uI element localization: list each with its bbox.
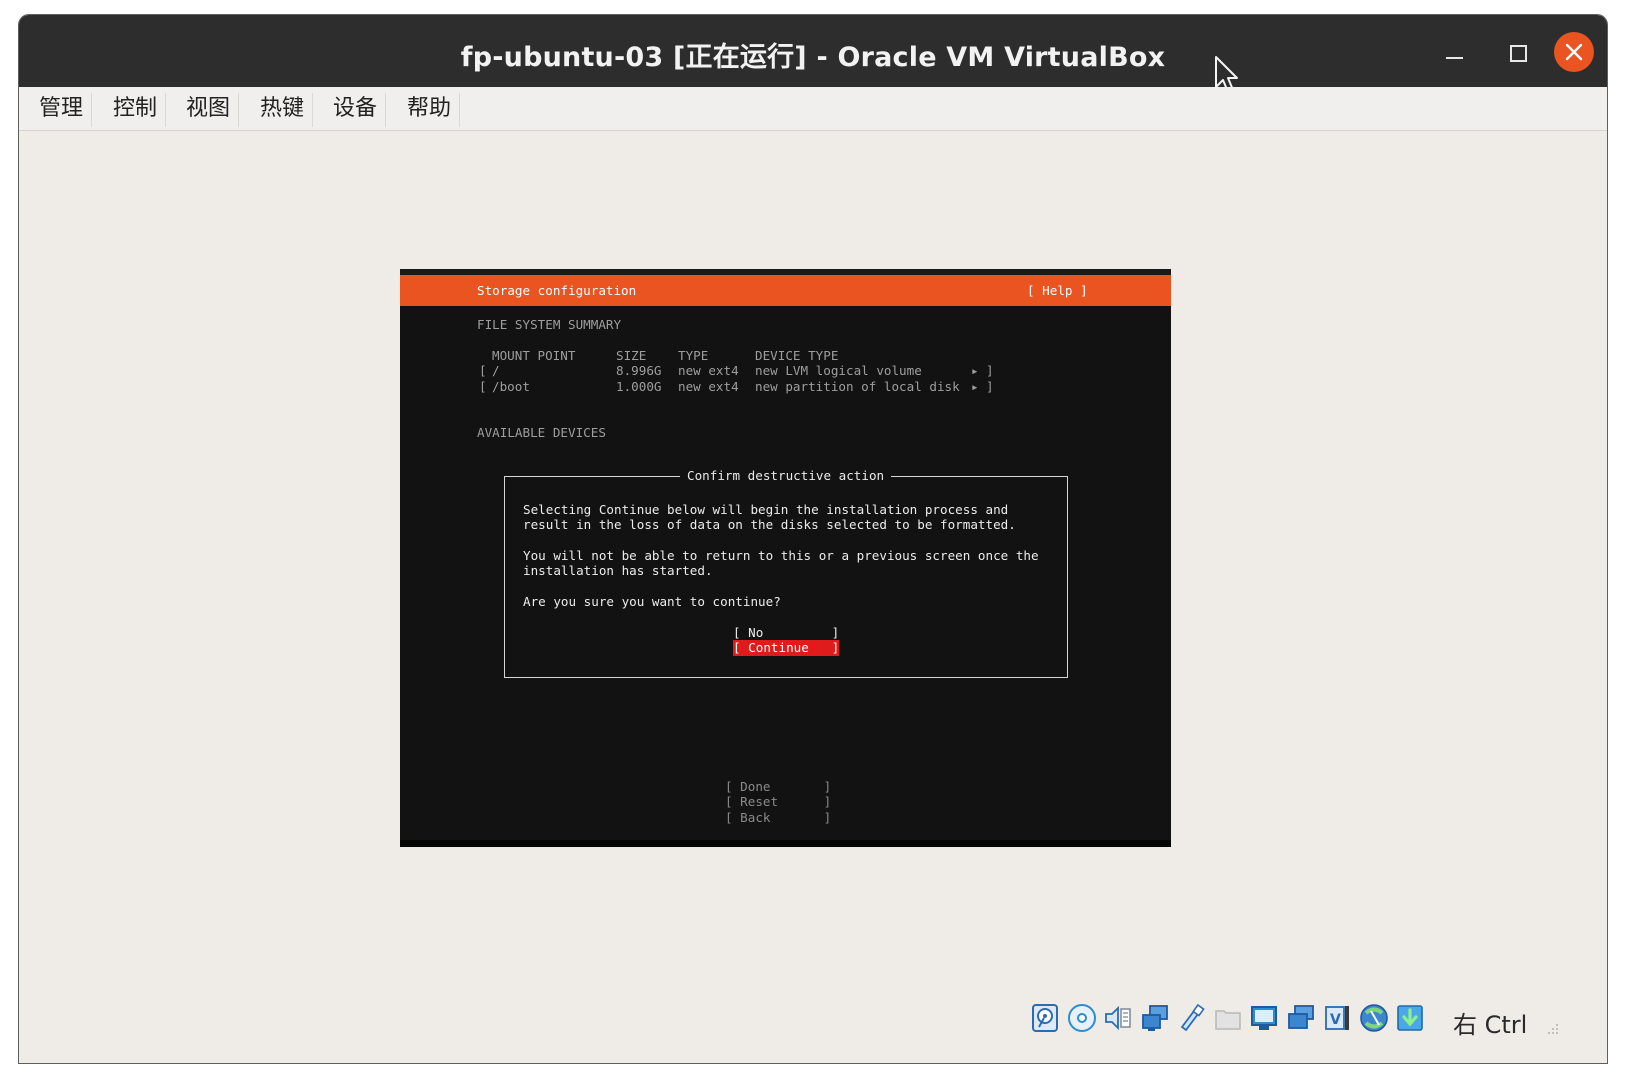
usb-icon[interactable] xyxy=(1176,1003,1206,1033)
network-icon[interactable] xyxy=(1140,1003,1170,1033)
svg-text:V: V xyxy=(1330,1012,1341,1028)
video-capture-icon[interactable] xyxy=(1286,1003,1316,1033)
mouse-integration-icon[interactable] xyxy=(1359,1003,1389,1033)
optical-drive-icon[interactable] xyxy=(1067,1003,1097,1033)
continue-button[interactable]: [ Continue ] xyxy=(733,640,840,656)
row-arrow-icon[interactable]: ▸ xyxy=(971,363,979,379)
minimize-button[interactable] xyxy=(1434,33,1474,73)
dialog-text-line: installation has started. xyxy=(523,563,713,578)
row-size: 1.000G xyxy=(616,379,662,394)
col-device-type: DEVICE TYPE xyxy=(755,348,839,363)
menu-separator xyxy=(459,93,460,127)
no-button[interactable]: [ No ] xyxy=(733,625,839,641)
dialog-text-line: You will not be able to return to this o… xyxy=(523,548,1039,563)
menu-devices[interactable]: 设备 xyxy=(323,87,387,130)
menu-view[interactable]: 视图 xyxy=(176,87,240,130)
dialog-question: Are you sure you want to continue? xyxy=(523,594,781,609)
maximize-button[interactable] xyxy=(1497,33,1537,73)
row-arrow-icon[interactable]: ▸ xyxy=(971,379,979,395)
row-bracket-open: [ xyxy=(479,379,487,394)
available-devices-heading: AVAILABLE DEVICES xyxy=(477,425,606,440)
col-size: SIZE xyxy=(616,348,647,363)
title-bar[interactable]: fp-ubuntu-03 [正在运行] - Oracle VM VirtualB… xyxy=(19,15,1607,93)
col-type: TYPE xyxy=(678,348,709,363)
host-key-icon[interactable] xyxy=(1395,1003,1425,1033)
row-mount: / xyxy=(492,363,500,378)
menu-machine[interactable]: 管理 xyxy=(29,87,93,130)
installer-header: Storage configuration [ Help ] xyxy=(400,275,1171,306)
row-device: new LVM logical volume xyxy=(755,363,922,378)
installer-title: Storage configuration xyxy=(477,283,637,298)
menu-separator xyxy=(165,93,166,127)
reset-button[interactable]: [ Reset ] xyxy=(725,794,831,810)
display-icon[interactable] xyxy=(1249,1003,1279,1033)
window-title: fp-ubuntu-03 [正在运行] - Oracle VM VirtualB… xyxy=(460,42,1166,73)
menu-bar: 管理 控制 视图 热键 设备 帮助 xyxy=(19,87,1607,131)
fs-summary-heading: FILE SYSTEM SUMMARY xyxy=(477,317,622,332)
host-key-label[interactable]: 右 Ctrl xyxy=(1453,1005,1527,1040)
row-size: 8.996G xyxy=(616,363,662,378)
dialog-text-line: result in the loss of data on the disks … xyxy=(523,517,1016,532)
row-bracket-open: [ xyxy=(479,363,487,378)
dialog-text-line: Selecting Continue below will begin the … xyxy=(523,502,1009,517)
menu-separator xyxy=(238,93,239,127)
dialog-title: Confirm destructive action xyxy=(680,468,892,484)
shared-folders-icon[interactable] xyxy=(1213,1003,1243,1033)
row-type: new ext4 xyxy=(678,363,739,378)
menu-separator xyxy=(91,93,92,127)
audio-icon[interactable] xyxy=(1103,1003,1133,1033)
console-bottom-strip xyxy=(400,840,1171,847)
recording-icon[interactable]: V xyxy=(1322,1003,1352,1033)
done-button[interactable]: [ Done ] xyxy=(725,779,831,795)
hard-disk-icon[interactable] xyxy=(1030,1003,1060,1033)
close-button[interactable] xyxy=(1554,32,1594,72)
close-icon xyxy=(1565,43,1583,61)
help-button[interactable]: [ Help ] xyxy=(1027,283,1088,299)
vm-display[interactable]: Storage configuration [ Help ] FILE SYST… xyxy=(400,269,1171,847)
resize-grip-icon[interactable] xyxy=(1545,1021,1559,1035)
row-device: new partition of local disk xyxy=(755,379,960,394)
confirm-dialog: Confirm destructive action Selecting Con… xyxy=(504,468,1068,678)
virtualbox-window: fp-ubuntu-03 [正在运行] - Oracle VM VirtualB… xyxy=(18,14,1608,1064)
col-mount-point: MOUNT POINT xyxy=(492,348,576,363)
menu-control[interactable]: 控制 xyxy=(103,87,167,130)
row-bracket-close: ] xyxy=(986,379,994,394)
back-button[interactable]: [ Back ] xyxy=(725,810,831,826)
menu-help[interactable]: 帮助 xyxy=(397,87,461,130)
menu-separator xyxy=(312,93,313,127)
row-type: new ext4 xyxy=(678,379,739,394)
row-bracket-close: ] xyxy=(986,363,994,378)
menu-separator xyxy=(385,93,386,127)
row-mount: /boot xyxy=(492,379,530,394)
menu-input[interactable]: 热键 xyxy=(250,87,314,130)
